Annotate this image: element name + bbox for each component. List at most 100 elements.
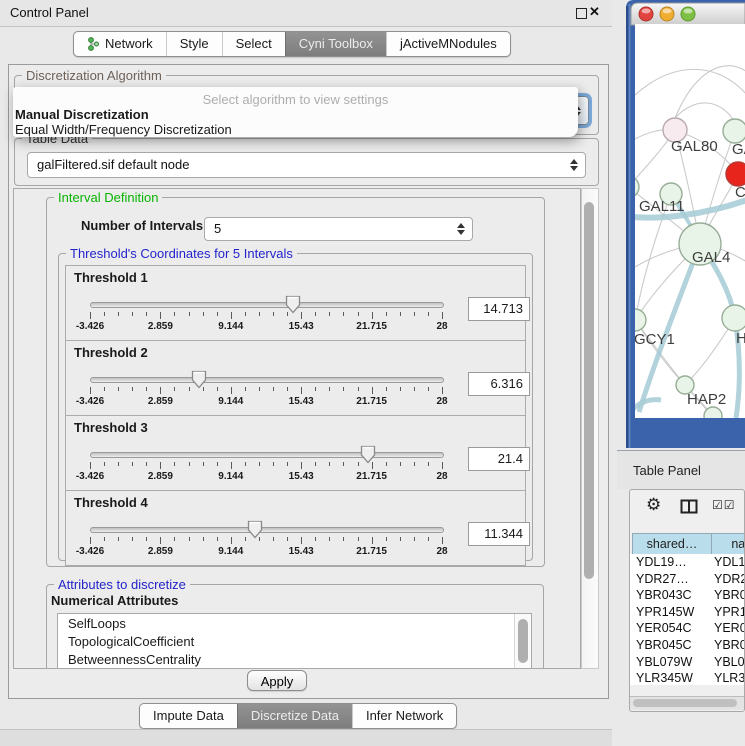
slider-tick — [160, 537, 161, 544]
slider-tick — [343, 387, 344, 391]
slider-tick — [358, 462, 359, 466]
tab-network[interactable]: Network — [74, 32, 166, 56]
num-intervals-spinner[interactable]: 5 — [204, 217, 473, 241]
slider-tick — [231, 312, 232, 319]
selected-red-node[interactable] — [726, 162, 745, 186]
main-scrollbar[interactable] — [581, 188, 599, 669]
slider-tick — [160, 462, 161, 469]
close-icon[interactable]: ✕ — [589, 4, 600, 20]
attribute-list-item[interactable]: BetweennessCentrality — [58, 650, 531, 668]
apply-button[interactable]: Apply — [247, 670, 307, 691]
slider-tick — [400, 537, 401, 541]
stepper-arrows-icon — [457, 223, 465, 235]
attributes-list-scroll-thumb[interactable] — [518, 619, 528, 663]
threshold-slider-thumb[interactable] — [285, 295, 301, 319]
table-h-scroll-thumb[interactable] — [633, 699, 737, 707]
tab-style[interactable]: Style — [166, 32, 222, 56]
frame-highlight — [629, 4, 631, 448]
slider-tick — [174, 387, 175, 391]
slider-tick — [189, 537, 190, 541]
bottom-tab-bar: Impute DataDiscretize DataInfer Network — [139, 703, 457, 729]
slider-tick — [90, 537, 91, 544]
slider-tick — [442, 462, 443, 469]
table-rows: YDL19…YDL1YDR27…YDR2YBR043CYBR0YPR145WYP… — [630, 554, 744, 685]
control-panel-title: Control Panel — [10, 5, 89, 20]
slider-tick — [174, 312, 175, 316]
attributes-list-scrollbar[interactable] — [514, 614, 531, 669]
threshold-value-field[interactable]: 11.344 — [468, 522, 530, 546]
threshold-slider-track[interactable] — [90, 377, 444, 383]
slider-tick — [118, 537, 119, 541]
slider-tick-label: 2.859 — [135, 546, 185, 557]
slider-tick — [132, 387, 133, 391]
tab-impute-data[interactable]: Impute Data — [140, 704, 237, 728]
threshold-slider-thumb[interactable] — [360, 445, 376, 469]
slider-tick — [231, 537, 232, 544]
slider-tick — [442, 387, 443, 394]
cell-name: YER0 — [714, 620, 744, 637]
slider-tick — [203, 537, 204, 541]
slider-tick — [203, 312, 204, 316]
algorithm-prompt: Select algorithm to view settings — [13, 92, 578, 107]
threshold-label: Threshold 2 — [74, 345, 148, 360]
algorithm-option[interactable]: Manual Discretization — [15, 107, 149, 122]
network-window[interactable]: GAL80GACGAL11GAL4GCY1HHAP2 — [617, 0, 745, 448]
tab-select[interactable]: Select — [222, 32, 285, 56]
table-panel: ⚙ ☑☑ shared… name YDL19…YDL1YDR27…YDR2YB… — [629, 489, 745, 712]
cell-name: YLR3 — [714, 670, 744, 685]
tab-infer-network[interactable]: Infer Network — [352, 704, 456, 728]
slider-tick-label: 28 — [417, 396, 467, 407]
slider-tick — [104, 462, 105, 466]
table-h-scrollbar[interactable] — [630, 696, 744, 710]
attributes-group-title: Attributes to discretize — [54, 577, 190, 592]
threshold-slider-thumb[interactable] — [247, 520, 263, 544]
h-node[interactable] — [722, 305, 745, 331]
checkbox-pair-icon[interactable]: ☑☑ — [712, 498, 736, 512]
table-row[interactable]: YBR043CYBR0 — [630, 587, 744, 604]
table-row[interactable]: YER054CYER0 — [630, 620, 744, 637]
algorithm-option[interactable]: Equal Width/Frequency Discretization — [15, 122, 232, 137]
slider-tick-label: -3.426 — [65, 471, 115, 482]
tab-jactivemnodules[interactable]: jActiveMNodules — [386, 32, 510, 56]
cell-shared-name: YBL079W — [636, 654, 692, 671]
slider-tick-label: -3.426 — [65, 321, 115, 332]
column-header-shared-name[interactable]: shared… — [632, 533, 712, 556]
cell-shared-name: YBR043C — [636, 587, 692, 604]
light-gloss — [684, 9, 693, 14]
table-row[interactable]: YPR145WYPR1 — [630, 604, 744, 621]
table-row[interactable]: YBL079WYBL0 — [630, 654, 744, 671]
table-row[interactable]: YLR345WYLR3 — [630, 670, 744, 685]
top-right-node[interactable] — [723, 119, 745, 143]
threshold-value-field[interactable]: 21.4 — [468, 447, 530, 471]
slider-tick-label: 9.144 — [206, 396, 256, 407]
slider-tick — [372, 387, 373, 394]
split-column-icon[interactable] — [680, 499, 699, 515]
threshold-slider-thumb[interactable] — [191, 370, 207, 394]
threshold-slider-track[interactable] — [90, 302, 444, 308]
slider-tick — [414, 462, 415, 466]
table-row[interactable]: YDR27…YDR2 — [630, 571, 744, 588]
slider-tick-label: 2.859 — [135, 396, 185, 407]
threshold-value-field[interactable]: 6.316 — [468, 372, 530, 396]
slider-tick-label: 15.43 — [276, 396, 326, 407]
slider-tick — [273, 312, 274, 316]
tab-cyni-toolbox[interactable]: Cyni Toolbox — [285, 32, 386, 56]
attribute-list-item[interactable]: TopologicalCoefficient — [58, 632, 531, 650]
attributes-list[interactable]: SelfLoopsTopologicalCoefficientBetweenne… — [57, 613, 532, 669]
threshold-slider-track[interactable] — [90, 527, 444, 533]
gear-icon[interactable]: ⚙ — [646, 495, 661, 515]
slider-tick — [273, 462, 274, 466]
window-float-icon[interactable] — [576, 8, 587, 19]
tab-discretize-data[interactable]: Discretize Data — [237, 704, 352, 728]
threshold-value-field[interactable]: 14.713 — [468, 297, 530, 321]
threshold-slider-track[interactable] — [90, 452, 444, 458]
main-scroll-thumb[interactable] — [584, 202, 594, 579]
table-row[interactable]: YDL19…YDL1 — [630, 554, 744, 571]
attribute-list-item[interactable]: SelfLoops — [58, 614, 531, 632]
table-row[interactable]: YBR045CYBR0 — [630, 637, 744, 654]
table-data-combo[interactable]: galFiltered.sif default node — [27, 152, 586, 178]
table-data-group: Table Data galFiltered.sif default node — [14, 138, 599, 186]
slider-tick — [301, 462, 302, 469]
column-header-name[interactable]: name — [711, 533, 745, 556]
slider-tick — [386, 312, 387, 316]
